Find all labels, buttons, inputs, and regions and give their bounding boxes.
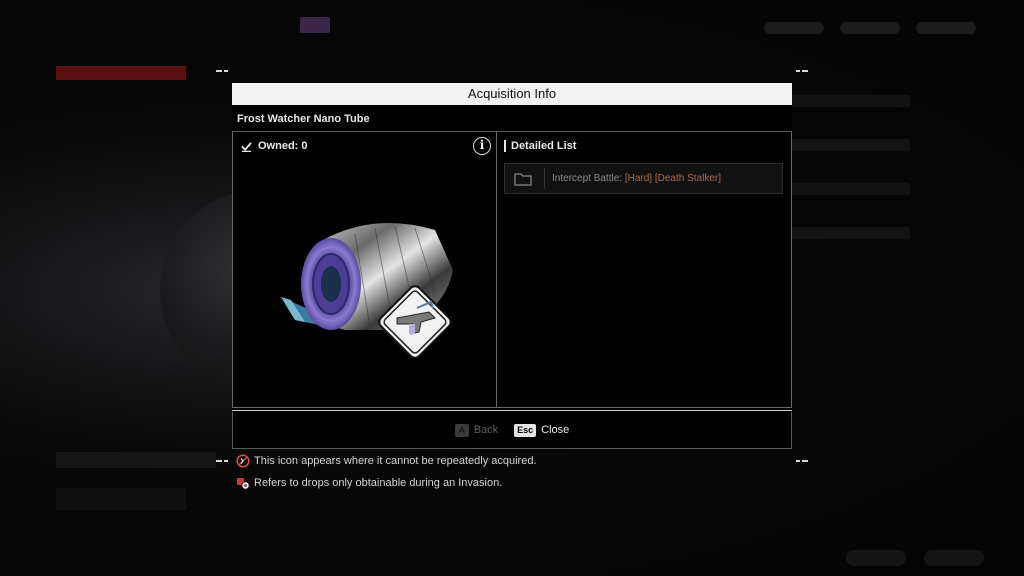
note-invasion-text: Refers to drops only obtainable during a… <box>254 477 503 489</box>
dialog-footer: A Back Esc Close <box>232 412 792 449</box>
esc-key-icon: Esc <box>514 423 537 437</box>
owned-label: Owned: 0 <box>258 140 308 152</box>
nano-tube-roll-image <box>281 222 453 359</box>
checkbox-check-icon <box>241 141 252 152</box>
item-name-row: Frost Watcher Nano Tube <box>232 107 792 132</box>
folder-icon <box>514 172 532 186</box>
info-icon[interactable]: i <box>473 137 491 155</box>
detailed-list-title: Detailed List <box>504 140 576 152</box>
dialog-title: Acquisition Info <box>232 83 792 105</box>
note-non-repeatable: This icon appears where it cannot be rep… <box>236 454 537 468</box>
close-label: Close <box>541 424 570 436</box>
detailed-list-panel: Detailed List Intercept Battle: [Hard] [… <box>497 132 792 408</box>
item-name: Frost Watcher Nano Tube <box>237 113 370 125</box>
back-label: Back <box>473 424 499 436</box>
owned-count: Owned: 0 <box>241 140 308 152</box>
note-non-repeatable-text: This icon appears where it cannot be rep… <box>254 455 537 467</box>
non-repeatable-icon <box>236 454 250 468</box>
back-button[interactable]: A Back <box>454 423 499 437</box>
source-difficulty-tag: [Hard] <box>624 173 653 184</box>
item-preview-panel: Owned: 0 i <box>232 132 497 408</box>
source-boss-tag: [Death Stalker] <box>654 173 721 184</box>
invasion-drop-icon <box>237 478 250 490</box>
acquisition-source-item[interactable]: Intercept Battle: [Hard] [Death Stalker] <box>504 163 783 194</box>
source-text: Intercept Battle: [Hard] [Death Stalker] <box>552 173 721 184</box>
close-button[interactable]: Esc Close <box>514 423 570 437</box>
back-key-icon: A <box>454 423 469 437</box>
note-invasion: Refers to drops only obtainable during a… <box>236 476 537 490</box>
acquisition-info-dialog: Acquisition Info Frost Watcher Nano Tube… <box>232 83 792 449</box>
source-prefix: Intercept Battle: <box>552 173 625 184</box>
footer-divider <box>232 410 792 411</box>
source-separator <box>544 168 545 189</box>
legend-notes: This icon appears where it cannot be rep… <box>236 454 537 498</box>
